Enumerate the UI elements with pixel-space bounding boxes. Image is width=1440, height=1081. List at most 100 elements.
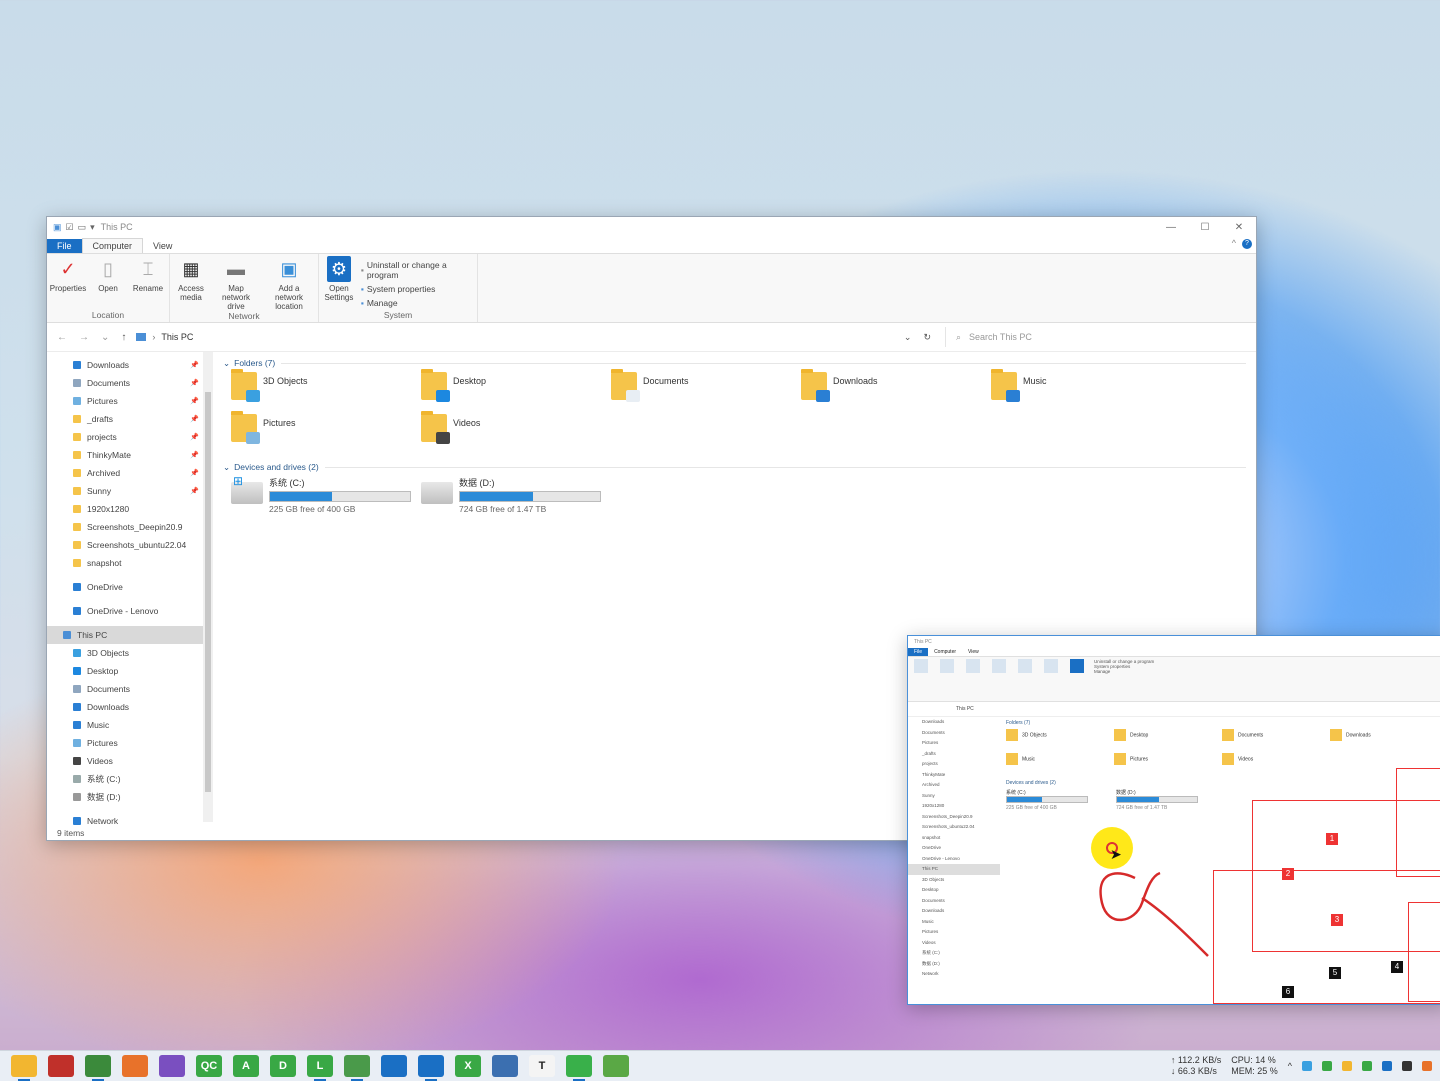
folder-icon[interactable]: ▭ [78, 222, 87, 233]
preview-nav-item[interactable]: _drafts [908, 749, 1000, 760]
preview-nav-item[interactable]: Pictures [908, 927, 1000, 938]
open-button[interactable]: ▯ Open [91, 256, 125, 310]
folder-item[interactable]: Desktop [421, 369, 611, 414]
preview-ribbon-button[interactable] [1018, 659, 1032, 673]
nav-item[interactable]: OneDrive - Lenovo [47, 602, 203, 620]
tab-computer[interactable]: Computer [81, 238, 144, 253]
folder-item[interactable]: 3D Objects [231, 369, 421, 414]
app-l-icon[interactable]: L [307, 1055, 333, 1081]
app-network-icon[interactable] [492, 1055, 518, 1077]
preview-address-bar[interactable]: This PC [908, 702, 1440, 717]
preview-drive-item[interactable]: 数据 (D:) 724 GB free of 1.47 TB [1116, 789, 1226, 811]
nav-item[interactable]: Pictures 📌 [47, 392, 203, 410]
nav-item[interactable]: Desktop [47, 662, 203, 680]
tray-icon[interactable] [1342, 1061, 1352, 1071]
map-network-drive-button[interactable]: ▬ Map network drive [214, 256, 258, 312]
qc-icon[interactable]: QC [196, 1055, 222, 1077]
nav-item[interactable]: Downloads [47, 698, 203, 716]
nav-item[interactable]: Screenshots_ubuntu22.04 [47, 536, 203, 554]
preview-nav-item[interactable]: 数据 (D:) [908, 959, 1000, 970]
open-settings-button[interactable]: ⚙ Open Settings [323, 256, 355, 310]
drives-section-header[interactable]: ⌄ Devices and drives (2) [223, 458, 1246, 476]
app-t-icon[interactable]: T [529, 1055, 555, 1077]
nav-item[interactable]: This PC [47, 626, 203, 644]
preview-nav-item[interactable]: Archived [908, 780, 1000, 791]
pin-icon[interactable]: 📌 [190, 415, 199, 423]
tray-icon[interactable] [1402, 1061, 1412, 1071]
tray-icon[interactable] [1362, 1061, 1372, 1071]
help-icon[interactable]: ? [1242, 239, 1252, 249]
nav-item[interactable]: Sunny 📌 [47, 482, 203, 500]
address-bar[interactable]: › This PC ⌄ ↻ [136, 327, 945, 347]
nav-scrollbar[interactable] [203, 352, 213, 822]
chevron-up-icon[interactable]: ^ [1288, 1061, 1292, 1071]
refresh-icon[interactable]: ↻ [923, 332, 931, 343]
preview-nav-item[interactable]: Screenshots_Deepin20.9 [908, 812, 1000, 823]
forward-arrow-icon[interactable]: → [79, 332, 89, 343]
preview-nav-item[interactable]: Music [908, 917, 1000, 928]
nav-item[interactable]: Pictures [47, 734, 203, 752]
preview-nav-item[interactable]: This PC [908, 864, 1000, 875]
nav-item[interactable]: Screenshots_Deepin20.9 [47, 518, 203, 536]
pin-icon[interactable]: 📌 [190, 397, 199, 405]
preview-nav-item[interactable]: Videos [908, 938, 1000, 949]
preview-settings-button[interactable] [1070, 659, 1084, 673]
file-explorer-icon[interactable] [11, 1055, 37, 1081]
checkbox-icon[interactable]: ☑ [66, 222, 74, 233]
app-d-icon[interactable]: D [270, 1055, 296, 1077]
preview-tab-computer[interactable]: Computer [928, 648, 962, 656]
collapse-ribbon-icon[interactable]: ^ [1232, 238, 1236, 248]
tab-file[interactable]: File [47, 239, 82, 253]
pin-icon[interactable]: 📌 [190, 487, 199, 495]
pin-icon[interactable]: 📌 [190, 379, 199, 387]
nav-item[interactable]: _drafts 📌 [47, 410, 203, 428]
pin-icon[interactable]: 📌 [190, 451, 199, 459]
preview-nav-item[interactable]: Documents [908, 728, 1000, 739]
chevron-down-icon[interactable]: ⌄ [101, 332, 109, 343]
up-arrow-icon[interactable]: ↑ [121, 332, 126, 343]
preview-drive-item[interactable]: 系统 (C:) 225 GB free of 400 GB [1006, 789, 1116, 811]
pin-icon[interactable]: 📌 [190, 433, 199, 441]
preview-ribbon-button[interactable] [1044, 659, 1058, 673]
preview-folder-item[interactable]: Downloads [1330, 729, 1438, 753]
nav-item[interactable]: OneDrive [47, 578, 203, 596]
preview-tab-file[interactable]: File [908, 648, 929, 656]
nav-item[interactable]: snapshot [47, 554, 203, 572]
folders-section-header[interactable]: ⌄ Folders (7) [223, 354, 1246, 372]
preview-nav-item[interactable]: projects [908, 759, 1000, 770]
app-window-icon[interactable] [418, 1055, 444, 1081]
preview-nav-item[interactable]: Screenshots_ubuntu22.04 [908, 822, 1000, 833]
firefox-icon[interactable] [122, 1055, 148, 1077]
nav-item[interactable]: projects 📌 [47, 428, 203, 446]
app-search-icon[interactable] [381, 1055, 407, 1077]
nav-item[interactable]: 3D Objects [47, 644, 203, 662]
preview-folder-item[interactable]: Documents [1222, 729, 1330, 753]
preview-nav-item[interactable]: Pictures [908, 738, 1000, 749]
preview-folder-item[interactable]: Videos [1222, 753, 1330, 777]
nav-item[interactable]: 数据 (D:) [47, 788, 203, 806]
rename-button[interactable]: ⌶ Rename [131, 256, 165, 310]
folder-item[interactable]: Pictures [231, 411, 421, 456]
preview-nav-item[interactable]: OneDrive - Lenovo [908, 854, 1000, 865]
preview-folder-item[interactable]: 3D Objects [1006, 729, 1114, 753]
app-chart-icon[interactable] [344, 1055, 370, 1081]
nav-item[interactable]: 1920x1280 [47, 500, 203, 518]
address-dropdown-icon[interactable]: ⌄ [904, 332, 912, 343]
tab-view[interactable]: View [143, 239, 182, 253]
nav-item[interactable]: Videos [47, 752, 203, 770]
folder-item[interactable]: Videos [421, 411, 611, 456]
preview-folder-item[interactable]: Pictures [1114, 753, 1222, 777]
back-arrow-icon[interactable]: ← [57, 332, 67, 343]
customize-dropdown-icon[interactable]: ▾ [90, 222, 95, 233]
minimize-button[interactable]: — [1154, 222, 1188, 233]
preview-nav-item[interactable]: Downloads [908, 717, 1000, 728]
breadcrumb[interactable]: This PC [161, 332, 193, 342]
preview-ribbon-button[interactable] [966, 659, 980, 673]
pin-icon[interactable]: 📌 [190, 361, 199, 369]
app-a-icon[interactable]: A [233, 1055, 259, 1077]
scrollbar-thumb[interactable] [205, 392, 211, 792]
visual-studio-icon[interactable] [159, 1055, 185, 1077]
preview-nav-item[interactable]: Desktop [908, 885, 1000, 896]
nav-item[interactable]: Documents [47, 680, 203, 698]
app-x-icon[interactable]: X [455, 1055, 481, 1077]
